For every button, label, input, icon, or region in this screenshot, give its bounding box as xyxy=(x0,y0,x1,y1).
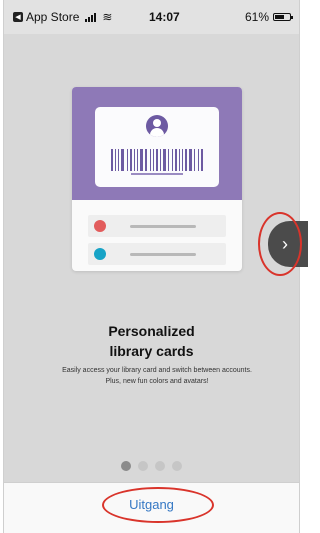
back-arrow-icon: ◀ xyxy=(13,12,23,22)
barcode-bar xyxy=(152,149,154,171)
barcode-number-line xyxy=(131,173,183,175)
status-bar: ◀ App Store ≋ 14:07 61% xyxy=(4,0,299,34)
barcode-bar xyxy=(171,149,173,171)
barcode-bar xyxy=(140,149,144,171)
barcode-bar xyxy=(189,149,193,171)
account-row-graphic xyxy=(88,215,226,237)
battery-status: 61% xyxy=(244,10,293,24)
page-dot[interactable] xyxy=(121,461,131,471)
barcode-bar xyxy=(168,149,170,171)
page-indicator xyxy=(4,461,299,471)
back-to-app-store[interactable]: ◀ App Store ≋ xyxy=(13,10,112,24)
barcode-bar xyxy=(185,149,188,171)
barcode-bar xyxy=(111,149,113,171)
cellular-signal-icon xyxy=(85,12,97,22)
wifi-icon: ≋ xyxy=(102,10,113,24)
barcode-bar xyxy=(174,149,177,171)
barcode-bar xyxy=(149,149,151,171)
barcode-bar xyxy=(133,149,135,171)
red-dot-icon xyxy=(94,220,106,232)
barcode-bar xyxy=(160,149,162,171)
illustration-header xyxy=(72,87,242,200)
teal-dot-icon xyxy=(94,248,106,260)
row-line xyxy=(130,253,196,256)
library-card-illustration xyxy=(72,87,242,271)
account-row-graphic xyxy=(88,243,226,265)
chevron-right-icon: › xyxy=(282,233,288,254)
barcode-bar xyxy=(137,149,139,171)
barcode-bar xyxy=(126,149,128,171)
barcode-bar xyxy=(200,149,203,171)
onboarding-subtitle: Easily access your library card and swit… xyxy=(62,367,252,385)
status-time: 14:07 xyxy=(149,10,180,24)
barcode-bar xyxy=(118,149,120,171)
barcode-bar xyxy=(115,149,117,171)
barcode-bar xyxy=(145,149,148,171)
library-card-graphic xyxy=(95,107,219,187)
barcode-icon xyxy=(111,149,203,171)
barcode-bar xyxy=(155,149,158,171)
barcode-bar xyxy=(178,149,180,171)
phone-screen: ◀ App Store ≋ 14:07 61% › Personalized l… xyxy=(3,0,308,533)
next-page-button[interactable]: › xyxy=(268,221,308,267)
page-dot[interactable] xyxy=(138,461,148,471)
row-line xyxy=(130,225,196,228)
barcode-bar xyxy=(121,149,125,171)
footer-bar: Uitgang xyxy=(4,482,299,533)
barcode-bar xyxy=(163,149,167,171)
barcode-bar xyxy=(129,149,132,171)
barcode-bar xyxy=(181,149,183,171)
barcode-bar xyxy=(194,149,196,171)
back-app-label: App Store xyxy=(26,10,80,24)
page-dot[interactable] xyxy=(155,461,165,471)
user-avatar-icon xyxy=(146,115,168,137)
battery-percent: 61% xyxy=(244,10,269,24)
barcode-bar xyxy=(197,149,199,171)
battery-icon xyxy=(273,13,293,21)
page-dot[interactable] xyxy=(172,461,182,471)
onboarding-title: Personalized library cards xyxy=(108,323,195,359)
exit-button[interactable]: Uitgang xyxy=(4,497,299,512)
